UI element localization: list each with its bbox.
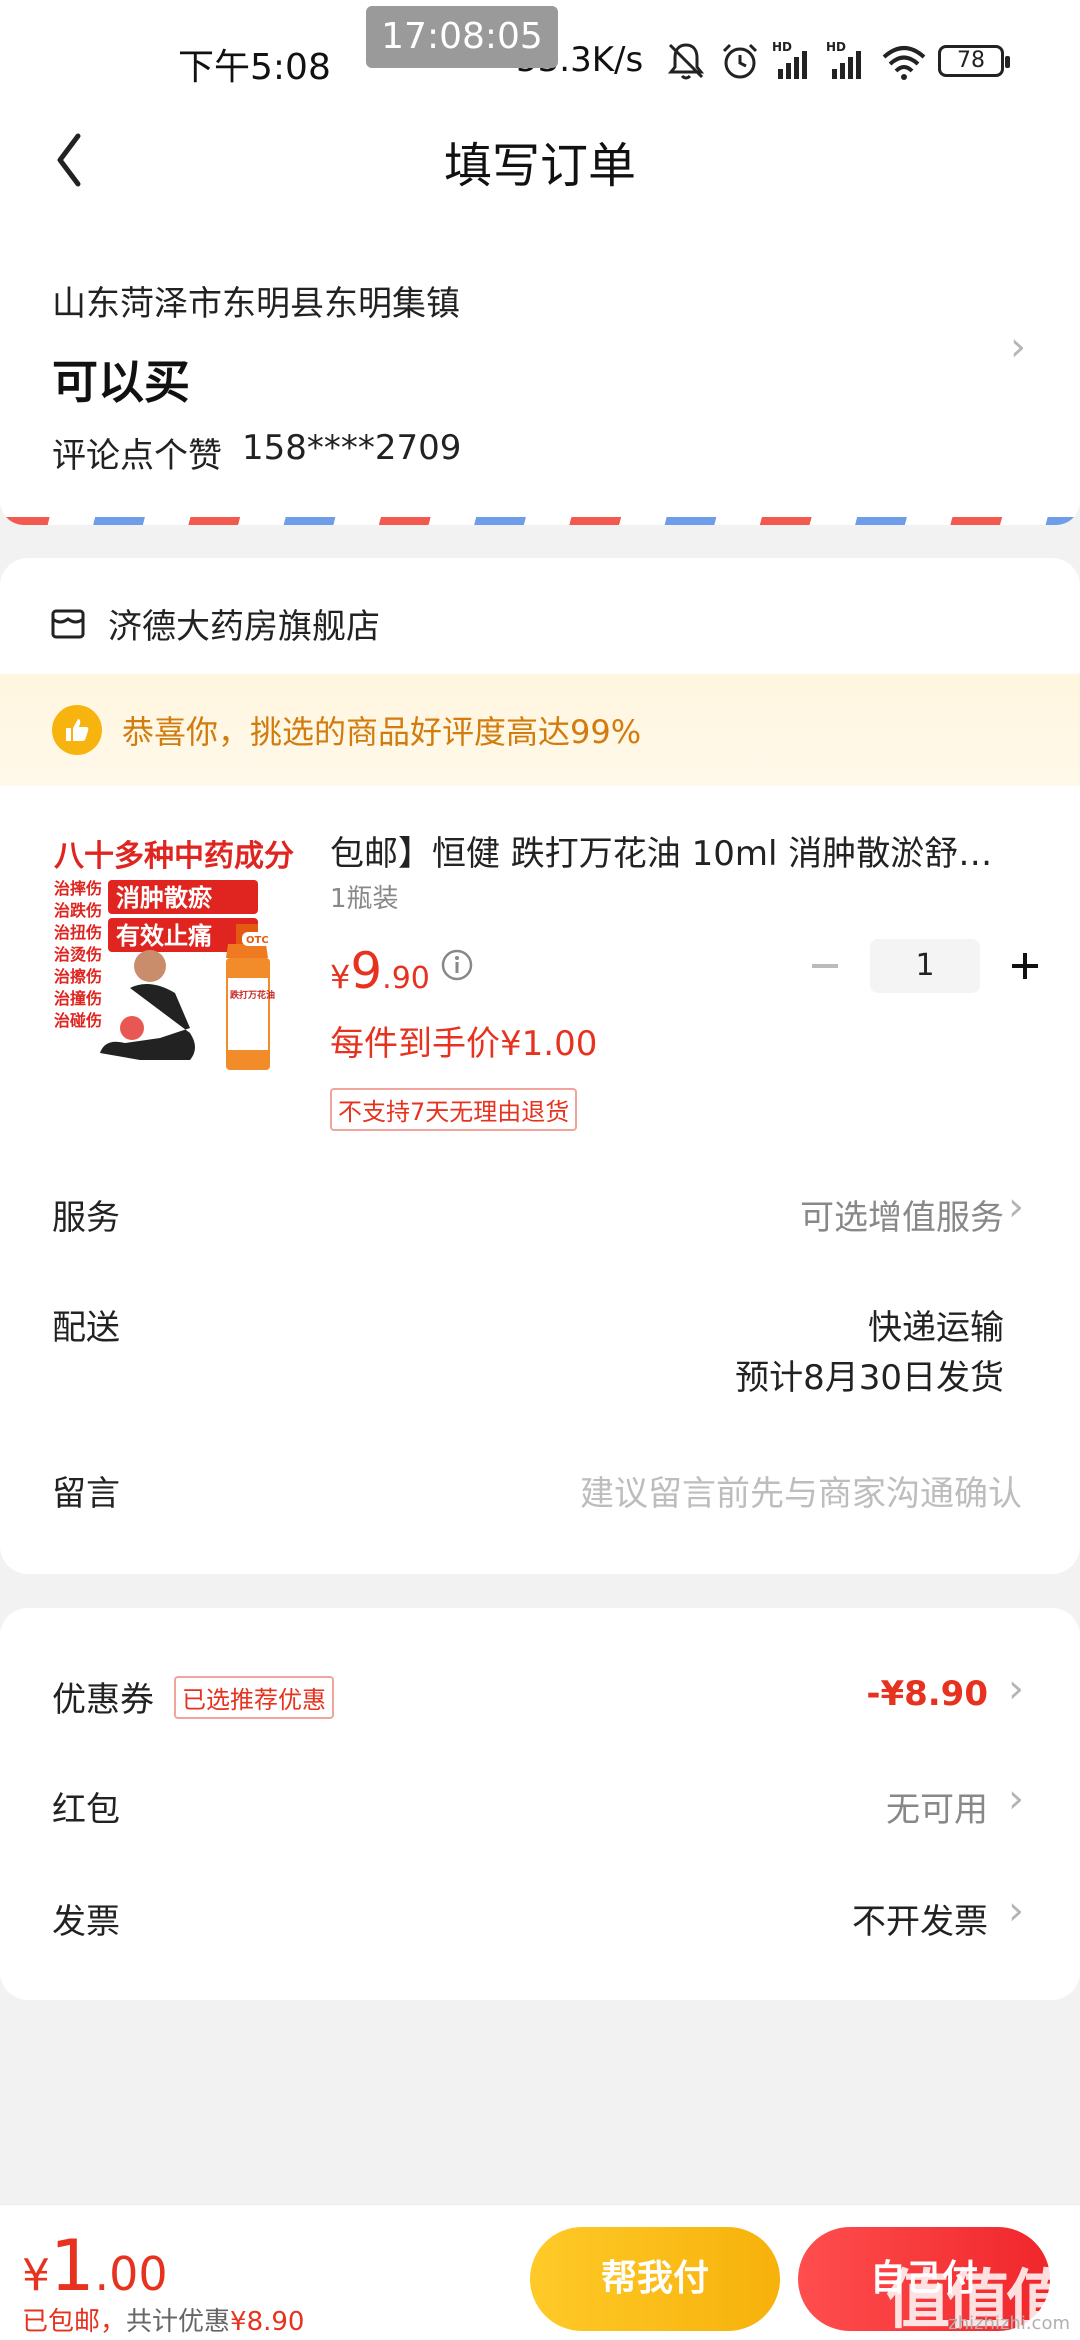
image-bottle-label: 跌打万花油 — [230, 989, 275, 1001]
delivery-label: 配送 — [52, 1308, 120, 1348]
battery-icon: 78 — [938, 45, 1010, 77]
increase-button[interactable] — [1000, 941, 1050, 991]
image-tag: 治摔伤 — [54, 879, 102, 898]
clock-overlay: 17:08:05 — [366, 6, 558, 68]
total-decimal: .00 — [94, 2247, 168, 2301]
product-price: ¥ 9 .90 — [330, 942, 430, 1000]
total-currency: ¥ — [22, 2250, 50, 2301]
image-tag: 治扭伤 — [54, 923, 102, 942]
image-caption-top: 八十多种中药成分 — [54, 839, 294, 874]
thumbs-up-icon — [52, 705, 102, 755]
price-integer: 9 — [350, 942, 383, 1000]
page-title: 填写订单 — [443, 138, 636, 194]
store-name: 济德大药房旗舰店 — [108, 606, 380, 647]
coupon-value: -¥8.90 — [866, 1674, 988, 1714]
coupon-label: 优惠券 — [52, 1680, 154, 1720]
chevron-right-icon: › — [1008, 1184, 1024, 1230]
top-nav: 填写订单 — [0, 100, 1080, 220]
order-card: 济德大药房旗舰店 恭喜你，挑选的商品好评度高达99% 八十多种中药成分 消肿散瘀… — [0, 558, 1080, 1574]
info-icon[interactable] — [440, 948, 474, 982]
plus-icon — [1012, 953, 1038, 979]
address-region: 山东菏泽市东明县东明集镇 — [52, 284, 460, 324]
service-value: 可选增值服务 — [800, 1198, 1004, 1238]
svg-text:HD: HD — [826, 40, 846, 54]
address-card[interactable]: 山东菏泽市东明县东明集镇 可以买 评论点个赞 158****2709 › — [0, 220, 1080, 525]
price-currency: ¥ — [330, 958, 351, 996]
image-tag: 治擦伤 — [54, 967, 102, 986]
image-tag: 治跌伤 — [54, 901, 102, 920]
address-contact: 评论点个赞 158****2709 — [52, 428, 461, 477]
quantity-input[interactable]: 1 — [870, 939, 980, 993]
savings-label: 共计优惠 — [126, 2307, 231, 2337]
image-caption-mid1: 消肿散瘀 — [116, 884, 212, 912]
decrease-button[interactable] — [800, 941, 850, 991]
store-icon — [51, 609, 85, 639]
cell-signal-2-icon: HD — [826, 40, 861, 79]
chevron-right-icon: › — [1008, 1666, 1024, 1712]
quantity-stepper: 1 — [800, 938, 1050, 994]
redpacket-value: 无可用 — [886, 1790, 988, 1830]
total-note: 已包邮，共计优惠¥8.90 — [22, 2301, 304, 2338]
image-tag: 治烫伤 — [54, 945, 102, 964]
minus-icon — [812, 964, 838, 968]
invoice-value: 不开发票 — [852, 1902, 988, 1942]
alarm-icon — [722, 43, 758, 79]
total-price: ¥ 1 .00 — [22, 2231, 168, 2301]
help-pay-button[interactable]: 帮我付 — [530, 2227, 780, 2331]
note-label: 留言 — [52, 1474, 120, 1514]
chevron-right-icon: › — [1008, 1776, 1024, 1822]
wifi-icon — [882, 46, 926, 80]
product-title[interactable]: 包邮】恒健 跌打万花油 10ml 消肿散淤舒… — [330, 826, 1030, 875]
delivery-eta: 预计8月30日发货 — [735, 1358, 1004, 1398]
unit-price: 每件到手价¥1.00 — [330, 1024, 598, 1064]
product-image[interactable]: 八十多种中药成分 消肿散瘀 有效止痛 治摔伤 治跌伤 治扭伤 治烫伤 治擦伤 治… — [50, 828, 300, 1078]
watermark-site: zhizhizhi.com — [948, 2313, 1070, 2334]
chevron-right-icon: › — [1010, 324, 1026, 370]
store-row[interactable]: 济德大药房旗舰店 — [50, 598, 380, 648]
image-caption-mid2: 有效止痛 — [116, 922, 212, 950]
status-icons: HD HD 78 — [664, 36, 1010, 86]
contact-name: 评论点个赞 — [52, 436, 222, 476]
airmail-border — [0, 517, 1080, 525]
image-otc: OTC — [246, 935, 269, 946]
svg-text:HD: HD — [772, 40, 792, 54]
address-recipient: 可以买 — [52, 355, 190, 409]
checkout-bar: ¥ 1 .00 已包邮，共计优惠¥8.90 帮我付 自己付 值值值 zhizhi… — [0, 2204, 1080, 2340]
shipping-note: 已包邮， — [22, 2307, 127, 2337]
contact-phone: 158****2709 — [242, 428, 462, 468]
coupon-tag: 已选推荐优惠 — [174, 1676, 334, 1719]
promo-banner: 恭喜你，挑选的商品好评度高达99% — [0, 674, 1080, 786]
savings-value: ¥8.90 — [230, 2307, 305, 2337]
image-tag: 治撞伤 — [54, 989, 102, 1008]
delivery-method: 快递运输 — [868, 1308, 1004, 1348]
note-input[interactable]: 建议留言前先与商家沟通确认 — [580, 1466, 1022, 1515]
chevron-right-icon: › — [1008, 1888, 1024, 1934]
return-policy-tag: 不支持7天无理由退货 — [330, 1088, 578, 1131]
service-label: 服务 — [52, 1198, 120, 1238]
total-integer: 1 — [50, 2225, 95, 2307]
bell-muted-icon — [667, 43, 705, 80]
price-decimal: .90 — [382, 961, 430, 996]
discount-card: 优惠券 已选推荐优惠 -¥8.90 › 红包 无可用 › 发票 不开发票 › — [0, 1608, 1080, 2000]
image-tag: 治碰伤 — [54, 1011, 102, 1030]
status-time: 下午5:08 — [178, 47, 331, 88]
cell-signal-icon: HD — [772, 40, 807, 79]
promo-text: 恭喜你，挑选的商品好评度高达99% — [122, 713, 642, 751]
product-spec: 1瓶装 — [330, 884, 399, 914]
invoice-label: 发票 — [52, 1902, 120, 1942]
redpacket-label: 红包 — [52, 1790, 120, 1830]
